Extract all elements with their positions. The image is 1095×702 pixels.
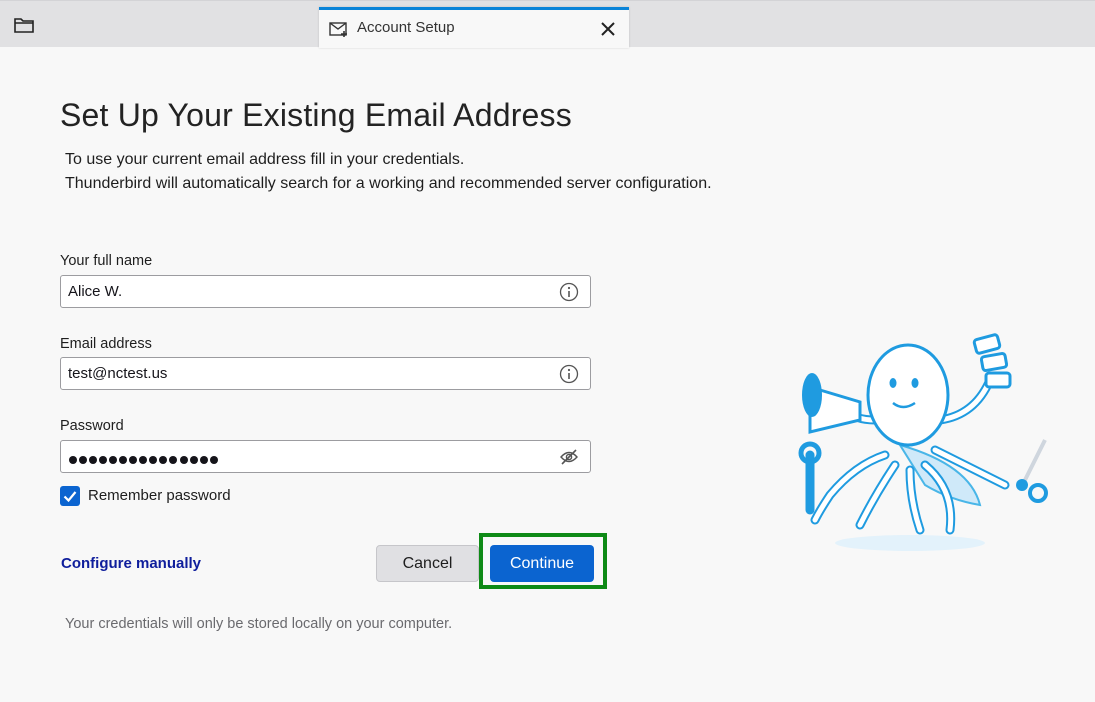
- email-field[interactable]: [60, 357, 591, 390]
- remember-password-checkbox[interactable]: [60, 486, 80, 506]
- password-dot: [79, 456, 88, 464]
- info-icon[interactable]: [559, 364, 579, 384]
- password-dot: [129, 456, 138, 464]
- full-name-label: Your full name: [60, 253, 153, 269]
- info-icon[interactable]: [559, 282, 579, 302]
- password-dot: [209, 456, 218, 464]
- tab-title: Account Setup: [357, 19, 455, 36]
- password-dot: [109, 456, 118, 464]
- password-dot: [189, 456, 198, 464]
- mail-setup-icon: [329, 22, 347, 37]
- password-dot: [139, 456, 148, 464]
- tab-bar: Account Setup: [0, 0, 1095, 48]
- password-dot: [149, 456, 158, 464]
- password-field[interactable]: [60, 440, 591, 473]
- configure-manually-link[interactable]: Configure manually: [61, 555, 201, 572]
- tab-account-setup[interactable]: Account Setup: [319, 7, 629, 48]
- description-line-1: To use your current email address fill i…: [65, 151, 465, 168]
- full-name-field[interactable]: [60, 275, 591, 308]
- password-dot: [179, 456, 188, 464]
- folder-icon[interactable]: [13, 15, 35, 35]
- password-input[interactable]: [69, 451, 220, 469]
- password-dot: [119, 456, 128, 464]
- page-title: Set Up Your Existing Email Address: [60, 97, 572, 133]
- password-dot: [99, 456, 108, 464]
- email-label: Email address: [60, 336, 152, 352]
- description-line-2: Thunderbird will automatically search fo…: [65, 175, 712, 192]
- password-label: Password: [60, 418, 124, 434]
- check-icon: [63, 491, 77, 503]
- eye-slash-icon[interactable]: [559, 447, 579, 467]
- full-name-input[interactable]: [61, 276, 548, 307]
- page-description: To use your current email address fill i…: [65, 148, 712, 196]
- credentials-note: Your credentials will only be stored loc…: [65, 616, 453, 632]
- cancel-button[interactable]: Cancel: [376, 545, 479, 582]
- password-dot: [69, 456, 77, 464]
- password-dot: [199, 456, 208, 464]
- password-dot: [169, 456, 178, 464]
- password-dot: [89, 456, 98, 464]
- remember-password-label[interactable]: Remember password: [88, 487, 231, 504]
- password-dot: [159, 456, 168, 464]
- octopus-mascot-illustration: [798, 333, 1048, 551]
- email-input[interactable]: [61, 358, 548, 389]
- continue-button[interactable]: Continue: [490, 545, 594, 582]
- close-icon[interactable]: [597, 18, 619, 40]
